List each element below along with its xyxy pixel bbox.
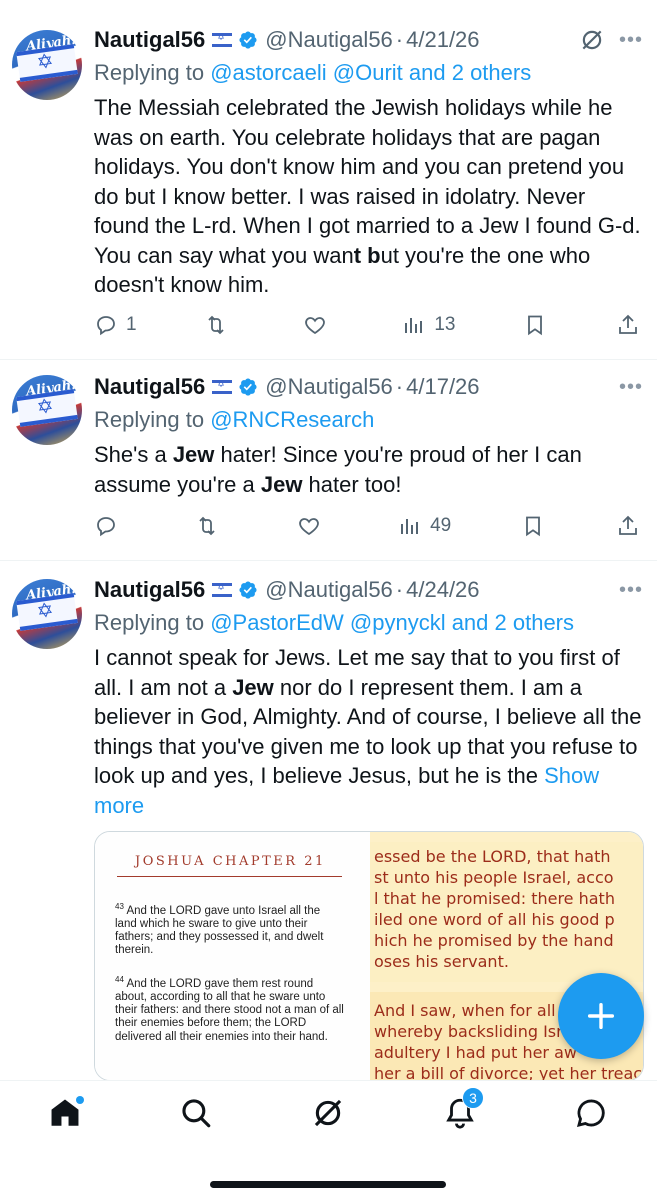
home-unread-dot [76,1096,84,1104]
repost-button[interactable] [195,514,227,538]
chapter-title: JOSHUA CHAPTER 21 [135,854,326,869]
tab-grok[interactable] [308,1093,348,1133]
bible-page-left: JOSHUA CHAPTER 21 43 And the LORD gave u… [95,832,370,1080]
tweet-text: She's a Jew hater! Since you're proud of… [94,440,643,499]
reply-button[interactable]: 1 [94,313,137,337]
tweet[interactable]: Aliyah! ✡ Nautigal56 @Nautigal56 · 4/17/… [0,360,657,561]
bookmark-button[interactable] [523,313,549,337]
handle[interactable]: @Nautigal56 [265,577,393,603]
share-button[interactable] [616,514,642,538]
repost-button[interactable] [204,313,236,337]
bold-text-run: Jew [232,674,274,700]
home-indicator [210,1181,446,1188]
tweet[interactable]: Aliyah! ✡ Nautigal56 @Nautigal56 · 4/21/… [0,0,657,360]
reply-targets-link[interactable]: @PastorEdW @pynyckl and 2 others [210,610,574,635]
display-name[interactable]: Nautigal56 [94,577,205,603]
israel-flag-icon [212,582,233,597]
verified-badge-icon [239,581,257,599]
tab-notifications[interactable]: 3 [440,1087,484,1133]
bookmark-button[interactable] [521,514,547,538]
views-button[interactable]: 49 [398,514,451,538]
verified-badge-icon [239,31,257,49]
israel-flag-icon [212,32,233,47]
heart-icon [305,317,325,335]
share-icon [619,314,637,334]
repost-icon [199,516,215,536]
verse-43: 43 And the LORD gave unto Israel all the… [115,902,324,957]
text-run: hater too! [302,471,402,497]
views-chart-icon [405,318,423,333]
replying-to: Replying to @RNCResearch [94,407,375,432]
reply-targets-link[interactable]: @astorcaeli @Ourit and 2 others [210,60,531,85]
tweet-header: Nautigal56 @Nautigal56 · 4/21/26 ••• [94,23,643,57]
display-name[interactable]: Nautigal56 [94,27,205,53]
tweet-text: The Messiah celebrated the Jewish holida… [94,93,643,300]
tweet-header: Nautigal56 @Nautigal56 · 4/17/26 ••• [94,370,643,404]
reply-targets-link[interactable]: @RNCResearch [210,407,374,432]
grok-icon [314,1099,342,1127]
chat-bubble-icon [577,1099,605,1127]
bold-text-run: t b [353,242,381,268]
reply-icon [97,316,115,336]
israel-flag-icon [212,379,233,394]
search-icon [182,1099,211,1128]
tweet-date[interactable]: 4/17/26 [406,374,479,400]
avatar[interactable]: Aliyah! ✡ [12,579,82,649]
tab-messages[interactable] [571,1093,611,1133]
share-button[interactable] [616,313,642,337]
grok-icon[interactable] [579,27,605,53]
heart-icon [298,518,319,536]
notification-count-badge: 3 [462,1087,484,1109]
text-run: She's a [94,442,173,467]
more-options-icon[interactable]: ••• [619,579,643,602]
reply-button[interactable] [94,514,126,538]
handle[interactable]: @Nautigal56 [265,27,393,53]
reply-icon [97,517,115,537]
handle[interactable]: @Nautigal56 [265,374,393,400]
avatar[interactable]: Aliyah! ✡ [12,30,82,100]
like-button[interactable] [297,514,329,538]
tab-home[interactable] [45,1093,85,1133]
verified-badge-icon [239,378,257,396]
like-button[interactable] [303,313,335,337]
bookmark-icon [527,315,542,336]
replying-to: Replying to @PastorEdW @pynyckl and 2 ot… [94,610,575,635]
share-icon [619,515,637,535]
tweet-date[interactable]: 4/24/26 [406,577,479,603]
bold-text-run: Jew [260,471,303,497]
tweet-date[interactable]: 4/21/26 [406,27,479,53]
tab-search[interactable] [176,1093,216,1133]
tweet-actions: 49 [94,511,642,541]
bookmark-icon [525,516,540,537]
avatar[interactable]: Aliyah! ✡ [12,375,82,445]
views-chart-icon [401,519,419,534]
tweet-text: I cannot speak for Jews. Let me say that… [94,643,643,820]
repost-icon [208,315,224,335]
plus-icon [587,1002,615,1030]
tweet-header: Nautigal56 @Nautigal56 · 4/24/26 ••• [94,573,643,607]
timeline: Aliyah! ✡ Nautigal56 @Nautigal56 · 4/21/… [0,0,657,1080]
tweet-actions: 1 13 [94,310,642,340]
compose-button[interactable] [558,973,644,1059]
display-name[interactable]: Nautigal56 [94,374,205,400]
replying-to: Replying to @astorcaeli @Ourit and 2 oth… [94,60,532,85]
more-options-icon[interactable]: ••• [619,29,643,52]
more-options-icon[interactable]: ••• [619,376,643,399]
views-button[interactable]: 13 [402,313,455,337]
tweet-image[interactable]: JOSHUA CHAPTER 21 43 And the LORD gave u… [94,831,644,1080]
bold-text-run: Jew [172,442,215,467]
verse-44: 44 And the LORD gave them rest round abo… [115,975,344,1043]
